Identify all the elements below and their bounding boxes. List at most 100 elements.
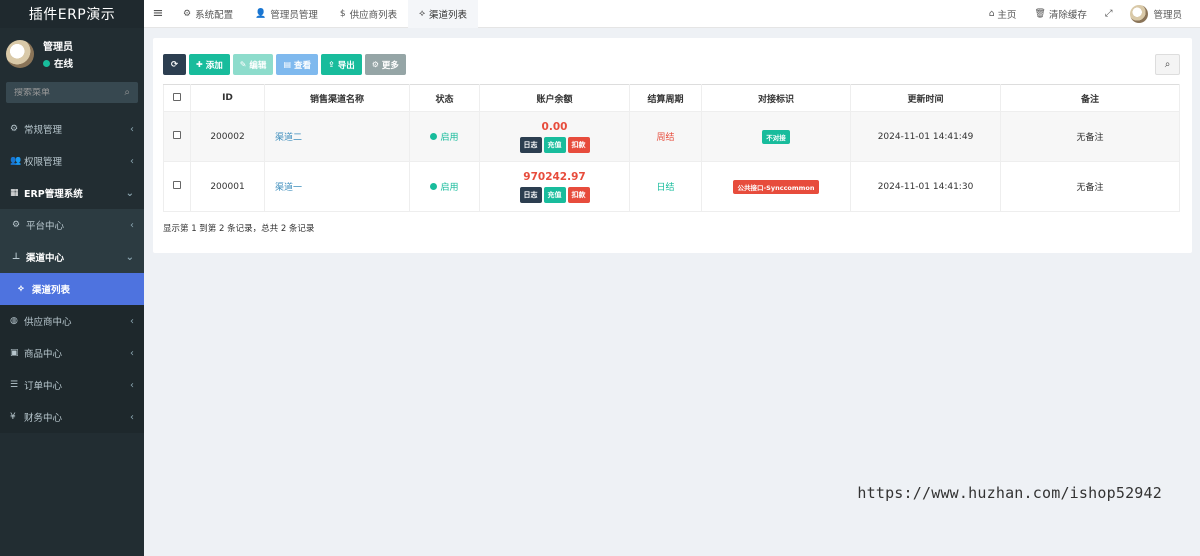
channel-table: ID 销售渠道名称 状态 账户余额 结算周期 对接标识 更新时间 备注 2000… (163, 84, 1180, 212)
cell-id: 200002 (190, 111, 265, 162)
sidebar-item-channel-list[interactable]: ⟡ 渠道列表 (0, 273, 144, 305)
avatar (1130, 4, 1149, 23)
row-checkbox[interactable] (173, 181, 181, 189)
balance-value: 970242.97 (523, 170, 586, 183)
log-button[interactable]: 日志 (519, 186, 542, 203)
user-name: 管理员 (43, 42, 73, 53)
more-button[interactable]: ⚙ 更多 (364, 54, 406, 75)
menu-search[interactable]: ⌕ (6, 82, 138, 103)
table-header-row: ID 销售渠道名称 状态 账户余额 结算周期 对接标识 更新时间 备注 (163, 84, 1180, 112)
table-row[interactable]: 200002 渠道二 启用 0.00 日志 充值 扣款 周结 不对接 2024-11… (163, 111, 1180, 162)
app-logo[interactable]: 插件ERP演示 (0, 0, 144, 28)
chevron-left-icon: ‹ (130, 219, 134, 231)
user-icon: 👤 (255, 8, 267, 19)
sidebar-item-supplier[interactable]: ◍ 供应商中心 ‹ (0, 305, 144, 337)
cell-remark: 无备注 (1000, 111, 1180, 162)
menu-search-input[interactable] (14, 87, 114, 98)
cycle-value: 周结 (656, 133, 675, 143)
col-cycle[interactable]: 结算周期 (629, 84, 702, 112)
clear-cache-button[interactable]: 🗑 清除缓存 (1034, 7, 1086, 21)
sidebar-item-platform[interactable]: ⚙ 平台中心 ‹ (0, 209, 144, 241)
charge-button[interactable]: 充值 (543, 136, 566, 153)
table-icon: ▦ (10, 188, 19, 198)
tab-system-config[interactable]: ⚙ 系统配置 (172, 0, 244, 28)
cogs-icon: ⚙ (10, 124, 19, 134)
search-icon: ⌕ (1164, 59, 1171, 70)
interface-tag: 公共接口-Synccommon (733, 179, 819, 194)
chevron-left-icon: ‹ (130, 379, 134, 391)
group-icon: 👥 (10, 156, 22, 166)
list-icon: ☰ (10, 380, 19, 390)
table-row[interactable]: 200001 渠道一 启用 970242.97 日志 充值 扣款 日结 公共接口-S… (163, 161, 1180, 212)
refresh-button[interactable]: ⟳ (163, 54, 186, 75)
edit-button[interactable]: ✎ 编辑 (232, 54, 274, 75)
col-updated[interactable]: 更新时间 (850, 84, 1001, 112)
col-tag[interactable]: 对接标识 (701, 84, 851, 112)
chevron-down-icon: ⌄ (125, 251, 134, 263)
channel-name-link[interactable]: 渠道一 (275, 183, 302, 193)
chevron-down-icon: ⌄ (125, 187, 134, 199)
pencil-icon: ✎ (239, 60, 247, 69)
sidebar-item-general[interactable]: ⚙ 常规管理 ‹ (0, 113, 144, 145)
globe-icon: ◍ (10, 316, 18, 326)
tab-supplier-list[interactable]: $ 供应商列表 (329, 0, 408, 28)
lower-menu: ◍ 供应商中心 ‹ ▣ 商品中心 ‹ ☰ 订单中心 ‹ ¥ 财务中心 ‹ (0, 305, 144, 433)
trash-icon: 🗑 (1034, 8, 1046, 19)
col-balance[interactable]: 账户余额 (479, 84, 630, 112)
deduct-button[interactable]: 扣款 (567, 186, 590, 203)
cycle-value: 日结 (656, 183, 675, 193)
search-icon[interactable]: ⌕ (124, 87, 130, 98)
col-remark[interactable]: 备注 (1000, 84, 1180, 112)
watermark-url: https://www.huzhan.com/ishop52942 (857, 484, 1162, 502)
sidebar-item-auth[interactable]: 👥 权限管理 ‹ (0, 145, 144, 177)
status-dot-icon (430, 133, 438, 140)
erp-submenu: ⚙ 平台中心 ‹ ⊥ 渠道中心 ⌄ ⟡ 渠道列表 (0, 209, 144, 305)
user-status: 在线 (43, 56, 73, 70)
yen-icon: ¥ (10, 412, 16, 422)
share-alt-icon: ⟡ (18, 284, 24, 294)
plus-icon: ✚ (196, 60, 203, 69)
top-navbar: ≡ ⚙ 系统配置 👤 管理员管理 $ 供应商列表 ⟡ 渠道列表 ⌂ 主页 🗑 清除缓存 ⤢ … (144, 0, 1200, 28)
cell-updated: 2024-11-01 14:41:30 (850, 161, 1001, 212)
channel-name-link[interactable]: 渠道二 (275, 133, 302, 143)
balance-value: 0.00 (541, 120, 568, 133)
sidebar-item-channel-center[interactable]: ⊥ 渠道中心 ⌄ (0, 241, 144, 273)
col-name[interactable]: 销售渠道名称 (264, 84, 410, 112)
tab-admin-manage[interactable]: 👤 管理员管理 (244, 0, 329, 28)
charge-button[interactable]: 充值 (543, 186, 566, 203)
select-all-cell[interactable] (163, 84, 191, 112)
log-button[interactable]: 日志 (519, 136, 542, 153)
sidebar-item-goods[interactable]: ▣ 商品中心 ‹ (0, 337, 144, 369)
add-button[interactable]: ✚ 添加 (189, 54, 230, 75)
toolbar: ⟳ ✚ 添加 ✎ 编辑 ▤ 查看 ⇪ 导出 ⚙ 更多 (163, 54, 409, 75)
user-menu[interactable]: 管理员 (1130, 4, 1182, 23)
refresh-icon: ⟳ (170, 59, 179, 70)
dollar-icon: $ (339, 8, 346, 19)
sidebar-item-erp[interactable]: ▦ ERP管理系统 ⌄ (0, 177, 144, 209)
deduct-button[interactable]: 扣款 (567, 136, 590, 153)
sidebar-item-orders[interactable]: ☰ 订单中心 ‹ (0, 369, 144, 401)
cell-remark: 无备注 (1000, 161, 1180, 212)
row-checkbox[interactable] (173, 131, 181, 139)
user-panel: 管理员 在线 (0, 32, 144, 76)
fullscreen-icon[interactable]: ⤢ (1105, 8, 1113, 19)
view-button[interactable]: ▤ 查看 (276, 54, 319, 75)
file-icon: ▤ (283, 60, 291, 69)
col-id[interactable]: ID (190, 84, 265, 112)
avatar (6, 40, 34, 68)
gear-icon: ⚙ (371, 60, 379, 69)
gear-icon: ⚙ (12, 220, 21, 230)
tab-channel-list[interactable]: ⟡ 渠道列表 (408, 0, 479, 28)
export-button[interactable]: ⇪ 导出 (321, 54, 362, 75)
chevron-left-icon: ‹ (130, 411, 134, 423)
sitemap-icon: ⊥ (12, 252, 21, 262)
home-link[interactable]: ⌂ 主页 (989, 7, 1017, 21)
status-badge: 启用 (430, 130, 459, 143)
select-all-checkbox[interactable] (173, 92, 181, 101)
table-search-button[interactable]: ⌕ (1155, 54, 1180, 75)
share-alt-icon: ⟡ (419, 8, 426, 19)
pagination-summary: 显示第 1 到第 2 条记录，总共 2 条记录 (163, 224, 315, 234)
sidebar-item-finance[interactable]: ¥ 财务中心 ‹ (0, 401, 144, 433)
col-status[interactable]: 状态 (409, 84, 480, 112)
sidebar-toggle-icon[interactable]: ≡ (144, 6, 172, 21)
